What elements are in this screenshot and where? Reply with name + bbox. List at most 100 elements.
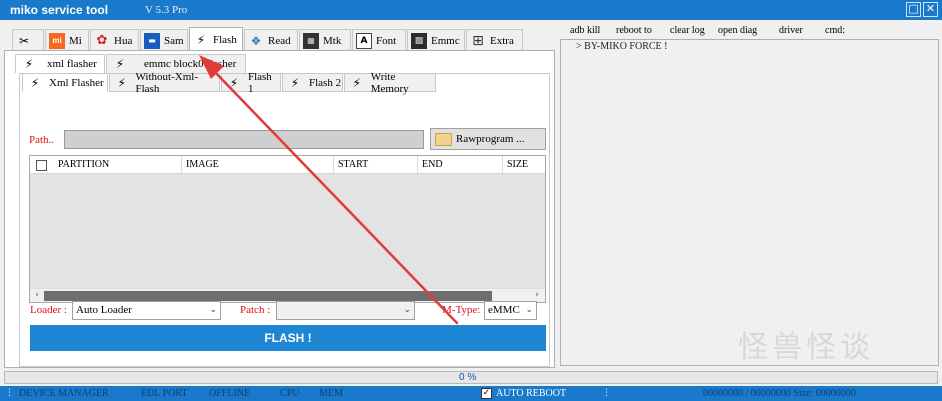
right-panel: adb kill reboot to clear log open diag d… xyxy=(558,20,942,368)
tab-extra[interactable]: ⊞ Extra xyxy=(466,29,523,51)
subtab-label: xml flasher xyxy=(47,58,97,70)
open-diag-button[interactable]: open diag xyxy=(718,25,757,36)
tab-label: Read xyxy=(268,34,291,47)
scroll-right-icon[interactable]: › xyxy=(531,290,543,301)
tab-mi[interactable]: mi Mi xyxy=(45,29,89,51)
close-button[interactable]: ✕ xyxy=(923,2,938,17)
tab-label: Emmc xyxy=(431,34,460,47)
status-separator-icon: ⋮ xyxy=(602,388,611,398)
driver-button[interactable]: driver xyxy=(779,25,803,36)
chevron-down-icon: ⌄ xyxy=(525,305,533,315)
mtype-label: M-Type: xyxy=(442,304,481,316)
tab-without-xml-flash[interactable]: ⚡ Without-Xml-Flash xyxy=(109,70,220,95)
tab-flash-2[interactable]: ⚡ Flash 2 xyxy=(282,73,343,92)
tab-hua[interactable]: ✿ Hua xyxy=(90,29,139,51)
subtab-xml-flasher[interactable]: ⚡ xml flasher xyxy=(15,54,105,73)
lightning-icon: ⚡ xyxy=(352,75,362,90)
title-bar: miko service tool V 5.3 Pro □ ✕ xyxy=(0,0,942,20)
mtk-chip-icon: ▦ xyxy=(303,32,319,49)
lightning-icon: ⚡ xyxy=(115,57,125,71)
mtype-select[interactable]: eMMC ⌄ xyxy=(484,301,537,320)
huawei-icon: ✿ xyxy=(96,32,108,48)
maximize-button[interactable]: □ xyxy=(906,2,921,17)
progress-bar: 0 % xyxy=(4,371,938,384)
lightning-icon: ⚡ xyxy=(290,75,300,90)
status-bar: ⋮ DEVICE MANAGER EDL PORT OFFLINE CPU ME… xyxy=(0,386,942,401)
path-field[interactable] xyxy=(64,130,424,149)
log-line: > BY-MIKO FORCE ! xyxy=(576,41,668,52)
samsung-icon: ▬ xyxy=(144,32,160,49)
app-title: miko service tool xyxy=(10,3,109,17)
tab-label: Extra xyxy=(490,34,514,47)
tab-label: Mi xyxy=(69,34,82,47)
folder-icon xyxy=(435,132,452,146)
command-menu: adb kill reboot to clear log open diag d… xyxy=(558,25,942,39)
read-icon: ❖ xyxy=(250,33,262,48)
font-icon: A xyxy=(356,32,372,49)
connection-status: OFFLINE xyxy=(209,388,251,399)
tab-label: Flash 2 xyxy=(309,76,342,89)
path-label: Path.. xyxy=(29,134,55,146)
auto-reboot-checkbox[interactable]: ✓ xyxy=(481,388,492,399)
column-header-partition[interactable]: PARTITION xyxy=(54,156,182,174)
scroll-left-icon[interactable]: ‹ xyxy=(31,290,43,301)
emmc-chip-icon: ▩ xyxy=(411,32,427,49)
tab-label: Write Memory xyxy=(370,70,409,95)
left-panel: ✂ mi Mi ✿ Hua ▬ Sam ⚡ Flash ❖ Read ▦ Mtk… xyxy=(4,24,555,368)
progress-text: 0 % xyxy=(459,372,477,383)
lightning-icon: ⚡ xyxy=(229,75,239,90)
tab-label: Flash 1 xyxy=(247,70,272,95)
column-header-end[interactable]: END xyxy=(418,156,503,174)
chevron-down-icon: ⌄ xyxy=(403,305,411,315)
cmd-button[interactable]: cmd: xyxy=(825,25,845,36)
watermark-logo: 怪兽怪谈 xyxy=(738,330,874,365)
column-header-size[interactable]: SIZE xyxy=(503,156,545,174)
tab-label: Sam xyxy=(164,34,184,47)
lightning-icon: ⚡ xyxy=(196,32,206,47)
column-header-image[interactable]: IMAGE xyxy=(182,156,334,174)
size-counters: 00000000 / 00000000 Size: 00000000 xyxy=(703,388,856,399)
loader-select[interactable]: Auto Loader ⌄ xyxy=(72,301,221,320)
subtab-label: emmc block0 flasher xyxy=(144,58,237,70)
loader-select-value: Auto Loader xyxy=(76,304,132,316)
mtype-select-value: eMMC xyxy=(488,304,520,316)
tab-sam[interactable]: ▬ Sam xyxy=(140,29,188,51)
tab-tools[interactable]: ✂ xyxy=(12,29,44,51)
loader-label: Loader : xyxy=(30,304,67,316)
chevron-down-icon: ⌄ xyxy=(209,305,217,315)
rawprogram-button-label: Rawprogram ... xyxy=(456,133,525,145)
auto-reboot-label: AUTO REBOOT xyxy=(496,388,567,399)
tab-font[interactable]: A Font xyxy=(352,29,406,51)
tab-write-memory[interactable]: ⚡ Write Memory xyxy=(344,70,436,95)
patch-select[interactable]: ⌄ xyxy=(276,301,415,320)
rawprogram-button[interactable]: Rawprogram ... xyxy=(430,128,546,150)
tab-mtk[interactable]: ▦ Mtk xyxy=(299,29,351,51)
horizontal-scrollbar[interactable]: ‹ › xyxy=(30,288,545,302)
lightning-icon: ⚡ xyxy=(24,57,34,71)
tab-emmc[interactable]: ▩ Emmc xyxy=(407,29,465,51)
lightning-icon: ⚡ xyxy=(117,75,126,90)
column-header-start[interactable]: START xyxy=(334,156,418,174)
tab-label: Flash xyxy=(213,33,237,46)
tab-flash[interactable]: ⚡ Flash xyxy=(189,27,243,51)
extra-icon: ⊞ xyxy=(472,32,484,49)
partition-table: PARTITION IMAGE START END SIZE ‹ › xyxy=(29,155,546,303)
log-output[interactable]: > BY-MIKO FORCE ! xyxy=(560,39,939,366)
tab-xml-flasher[interactable]: ⚡ Xml Flasher xyxy=(22,73,108,92)
scrollbar-thumb[interactable] xyxy=(44,291,492,301)
tools-icon: ✂ xyxy=(18,33,30,48)
status-separator-icon: ⋮ xyxy=(5,388,14,398)
tab-label: Hua xyxy=(114,34,133,47)
tab-label: Font xyxy=(376,34,397,47)
tab-read[interactable]: ❖ Read xyxy=(244,29,298,51)
reboot-to-button[interactable]: reboot to xyxy=(616,25,652,36)
select-all-checkbox[interactable] xyxy=(36,160,47,171)
tab-label: Without-Xml-Flash xyxy=(135,70,198,95)
flash-button[interactable]: FLASH ! xyxy=(30,325,546,351)
tab-flash-1[interactable]: ⚡ Flash 1 xyxy=(221,70,281,95)
patch-label: Patch : xyxy=(240,304,271,316)
clear-log-button[interactable]: clear log xyxy=(670,25,705,36)
adb-kill-button[interactable]: adb kill xyxy=(570,25,600,36)
device-manager-status[interactable]: DEVICE MANAGER xyxy=(19,387,109,400)
app-version: V 5.3 Pro xyxy=(145,4,188,16)
